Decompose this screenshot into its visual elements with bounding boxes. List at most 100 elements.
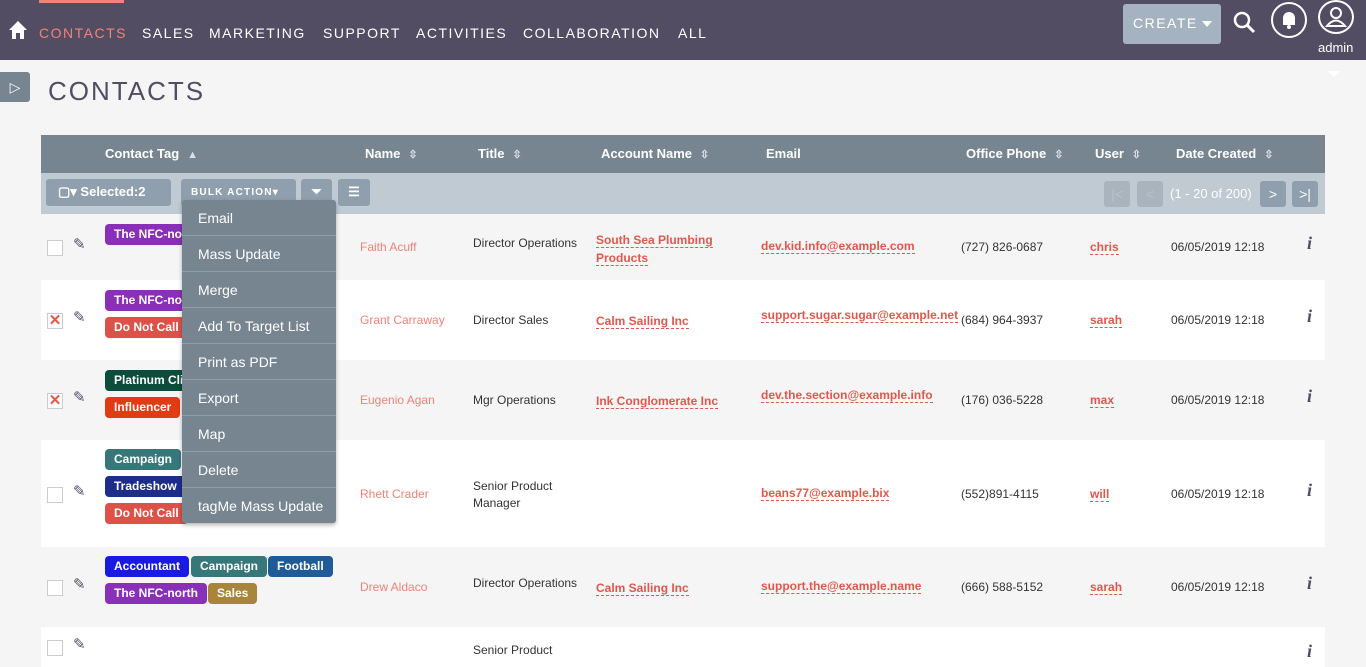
user-cell: will [1090, 486, 1110, 502]
sidebar-toggle-button[interactable]: ▷ [0, 72, 30, 102]
email-link[interactable]: dev.the.section@example.info [761, 388, 933, 403]
row-checkbox[interactable] [47, 580, 63, 596]
sort-icon[interactable]: ⇳ [408, 149, 417, 161]
last-page-button[interactable]: >| [1292, 181, 1318, 207]
create-button[interactable]: CREATE [1123, 4, 1221, 44]
account-link[interactable]: South Sea Plumbing Products [596, 233, 713, 266]
col-title[interactable]: Title ⇳ [478, 146, 522, 161]
col-phone[interactable]: Office Phone ⇳ [966, 146, 1063, 161]
bulk-menu-item[interactable]: Mass Update [182, 236, 336, 272]
column-chooser-icon[interactable]: ☰ [338, 179, 370, 206]
info-icon[interactable]: i [1307, 386, 1312, 407]
col-label: Title [478, 146, 505, 161]
col-account[interactable]: Account Name ⇳ [601, 146, 709, 161]
account-link[interactable]: Ink Conglomerate Inc [596, 394, 719, 409]
contact-tag[interactable]: Do Not Call [105, 503, 188, 524]
edit-pencil-icon[interactable]: ✎ [73, 235, 86, 253]
info-icon[interactable]: i [1307, 306, 1312, 327]
email-link[interactable]: dev.kid.info@example.com [761, 239, 915, 254]
contact-tag[interactable]: Tradeshow [105, 476, 186, 497]
user-link[interactable]: sarah [1090, 313, 1123, 328]
contact-tag[interactable]: Campaign [191, 556, 268, 577]
notifications-bell-icon[interactable] [1271, 2, 1307, 38]
search-icon[interactable] [1233, 11, 1257, 35]
email-link[interactable]: beans77@example.bix [761, 485, 890, 501]
bulk-menu-item[interactable]: Email [182, 200, 336, 236]
bulk-menu-item[interactable]: Add To Target List [182, 308, 336, 344]
select-dropdown[interactable]: ▢▾ Selected:2 [46, 179, 171, 206]
account-link[interactable]: Calm Sailing Inc [596, 314, 689, 329]
nav-collaboration[interactable]: COLLABORATION [523, 25, 661, 41]
col-date-created[interactable]: Date Created ⇳ [1176, 146, 1273, 161]
account-link[interactable]: Calm Sailing Inc [596, 581, 689, 596]
nav-sales[interactable]: SALES [142, 25, 195, 41]
edit-pencil-icon[interactable]: ✎ [73, 482, 86, 500]
bulk-menu-item[interactable]: Delete [182, 452, 336, 488]
user-link[interactable]: sarah [1090, 580, 1123, 595]
nav-activities[interactable]: ACTIVITIES [416, 25, 507, 41]
nav-support[interactable]: SUPPORT [323, 25, 401, 41]
prev-page-button[interactable]: < [1137, 181, 1163, 207]
sort-icon[interactable]: ⇳ [513, 149, 522, 161]
info-icon[interactable]: i [1307, 233, 1312, 254]
contact-title: Director Operations [473, 576, 578, 590]
bulk-menu-item[interactable]: tagMe Mass Update [182, 488, 336, 524]
email-link[interactable]: support.the@example.name [761, 579, 922, 594]
info-icon[interactable]: i [1307, 573, 1312, 594]
row-checkbox[interactable] [47, 240, 63, 256]
contact-name-link[interactable]: Eugenio Agan [360, 393, 435, 407]
office-phone: (176) 036-5228 [961, 393, 1044, 407]
user-avatar-icon[interactable] [1318, 0, 1354, 34]
caret-down-icon [1202, 21, 1212, 32]
bulk-menu-item[interactable]: Map [182, 416, 336, 452]
user-link[interactable]: chris [1090, 240, 1119, 255]
col-name[interactable]: Name ⇳ [365, 146, 418, 161]
col-email[interactable]: Email [766, 146, 801, 161]
sort-icon[interactable]: ⇳ [1132, 149, 1141, 161]
sort-icon[interactable]: ⇳ [700, 149, 709, 161]
sort-icon[interactable]: ▲ [187, 149, 198, 161]
edit-pencil-icon[interactable]: ✎ [73, 388, 86, 406]
info-icon[interactable]: i [1307, 480, 1312, 501]
nav-contacts[interactable]: CONTACTS [39, 25, 127, 41]
user-name[interactable]: admin [1318, 40, 1353, 55]
contact-title: Senior Product Manager [473, 478, 553, 510]
col-contact-tag[interactable]: Contact Tag ▲ [105, 146, 198, 161]
contact-tag[interactable]: Accountant [105, 556, 189, 577]
contact-name-link[interactable]: Drew Aldaco [360, 580, 427, 594]
contact-tag[interactable]: Sales [208, 583, 258, 604]
info-icon[interactable]: i [1307, 641, 1312, 662]
row-checkbox[interactable]: ✕ [47, 393, 63, 409]
contact-tag[interactable]: Football [268, 556, 333, 577]
bulk-menu-item[interactable]: Print as PDF [182, 344, 336, 380]
row-checkbox[interactable] [47, 486, 63, 503]
contact-name-link[interactable]: Faith Acuff [360, 240, 416, 254]
edit-pencil-icon[interactable]: ✎ [73, 308, 86, 326]
contact-name-link[interactable]: Rhett Crader [360, 487, 429, 501]
next-page-button[interactable]: > [1260, 181, 1286, 207]
bulk-menu-item[interactable]: Export [182, 380, 336, 416]
nav-marketing[interactable]: MARKETING [209, 25, 306, 41]
home-icon[interactable] [8, 20, 28, 40]
contact-tag[interactable]: Do Not Call [105, 317, 188, 338]
contact-tag[interactable]: Campaign [105, 449, 182, 470]
nav-all[interactable]: ALL [678, 25, 707, 41]
contact-tag[interactable]: The NFC-north [105, 583, 207, 604]
pagination-count: (1 - 20 of 200) [1170, 186, 1252, 201]
sort-icon[interactable]: ⇳ [1264, 149, 1273, 161]
edit-pencil-icon[interactable]: ✎ [73, 575, 86, 593]
bulk-menu-item[interactable]: Merge [182, 272, 336, 308]
active-indicator [39, 0, 124, 3]
user-menu-caret-icon[interactable] [1328, 71, 1340, 83]
email-link[interactable]: support.sugar.sugar@example.net [761, 308, 959, 323]
first-page-button[interactable]: |< [1104, 181, 1130, 207]
edit-pencil-icon[interactable]: ✎ [73, 635, 86, 653]
sort-icon[interactable]: ⇳ [1054, 149, 1063, 161]
row-checkbox[interactable]: ✕ [47, 313, 63, 329]
contact-tag[interactable]: Influencer [105, 397, 181, 418]
contact-name-link[interactable]: Grant Carraway [360, 313, 445, 327]
user-cell: chris [1090, 240, 1119, 255]
user-link[interactable]: max [1090, 393, 1115, 408]
col-user[interactable]: User ⇳ [1095, 146, 1141, 161]
user-link[interactable]: will [1090, 486, 1110, 502]
